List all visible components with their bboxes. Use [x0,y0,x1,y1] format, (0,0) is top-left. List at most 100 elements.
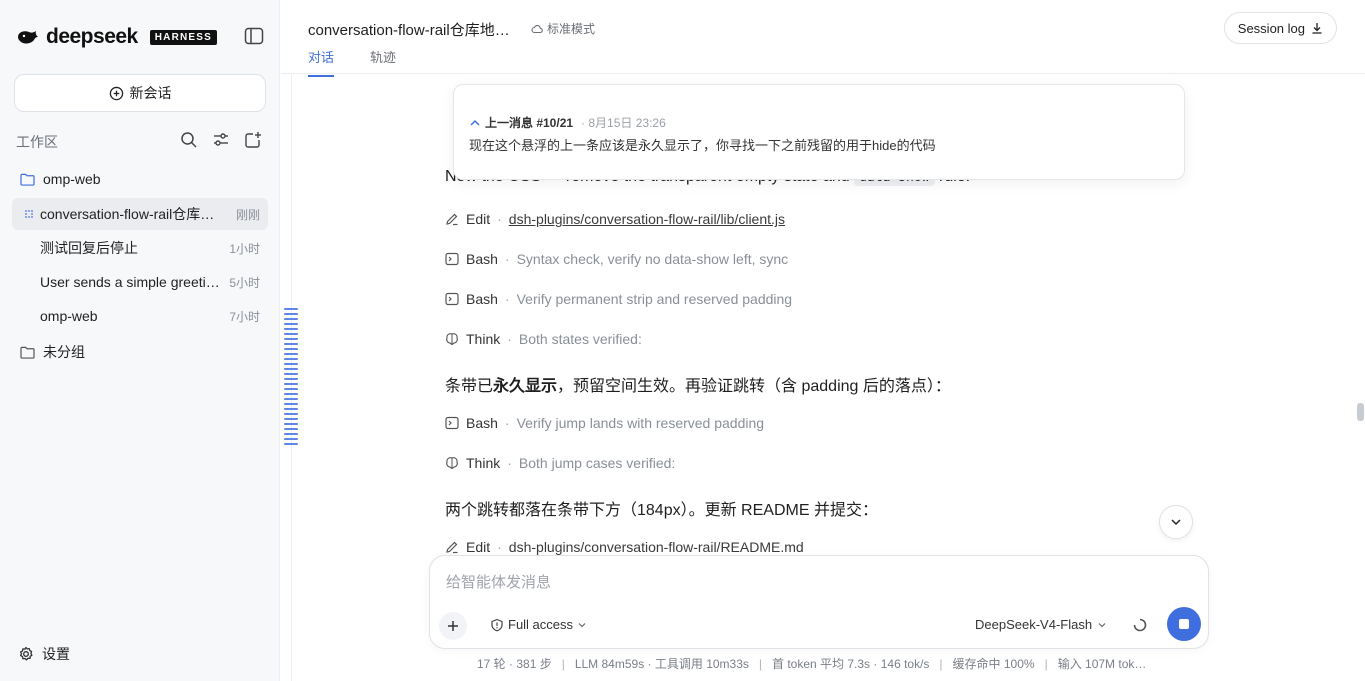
rail-tick[interactable] [284,408,298,410]
stop-button[interactable] [1167,607,1201,641]
scroll-to-bottom-button[interactable] [1159,505,1193,539]
rail-tick[interactable] [284,388,298,390]
message-input[interactable] [446,570,1186,594]
stat-turns: 17 轮 · 381 步 [477,657,552,671]
rail-tick[interactable] [284,398,298,400]
conversation-time: 刚刚 [235,207,260,222]
folder-ungrouped[interactable]: 未分组 [12,336,268,368]
previous-message-header: 上一消息 #10/21 · 8月15日 23:26 [469,114,666,131]
stat-first-token: 首 token 平均 7.3s · 146 tok/s [772,657,930,671]
brain-icon [446,457,458,470]
terminal-icon [445,416,459,430]
brand-logo: deepseek HARNESS [16,25,218,49]
folder-icon [20,173,35,186]
rail-tick[interactable] [284,383,298,385]
conversation-header: conversation-flow-rail仓库地址… 标准模式 对话 轨迹 S… [281,0,1365,77]
brand-name: deepseek [46,25,138,48]
pencil-icon [446,213,458,226]
conversation-time: 7小时 [229,309,260,324]
rail-tick[interactable] [284,323,298,325]
conversation-item[interactable]: 测试回复后停止 1小时 [12,232,268,264]
rail-tick[interactable] [284,353,298,355]
rail-tick[interactable] [284,348,298,350]
model-dropdown[interactable]: DeepSeek-V4-Flash [975,617,1107,632]
conversation-time: 1小时 [229,241,260,256]
new-chat-button[interactable]: 新会话 [14,74,266,112]
rail-tick[interactable] [284,378,298,380]
access-dropdown[interactable]: Full access [490,617,587,632]
step-kind: Think [466,331,501,347]
rail-tick[interactable] [284,308,298,310]
add-folder-icon[interactable] [244,131,262,149]
step-kind: Think [466,455,501,471]
assistant-text: 两个跳转都落在条带下方（184px）。更新 README 并提交： [445,502,878,519]
gear-icon [19,646,33,661]
file-link[interactable]: dsh-plugins/conversation-flow-rail/READM… [509,539,804,555]
drag-handle-icon[interactable] [24,209,34,219]
rail-tick[interactable] [284,423,298,425]
tool-step-think[interactable]: Think · Both states verified: [445,331,642,347]
plus-circle-icon [109,86,123,100]
workspace-label: 工作区 [16,134,58,150]
rail-tick[interactable] [284,418,298,420]
settings-button[interactable]: 设置 [18,644,70,664]
rail-tick[interactable] [284,438,298,440]
rail-tick[interactable] [284,443,298,445]
folder-omp-web[interactable]: omp-web [12,163,268,195]
shield-icon [491,618,503,631]
previous-message-card[interactable]: 上一消息 #10/21 · 8月15日 23:26 现在这个悬浮的上一条应该是永… [453,84,1185,180]
filter-icon[interactable] [212,131,230,149]
rail-tick[interactable] [284,328,298,330]
search-icon[interactable] [180,131,198,149]
conversation-item[interactable]: conversation-flow-rail仓库地址… 刚刚 [12,198,268,230]
previous-message-meta: · 8月15日 23:26 [581,116,666,130]
scrollbar-thumb[interactable] [1357,403,1364,421]
mode-badge[interactable]: 标准模式 [531,20,595,37]
workspace-tree: omp-web conversation-flow-rail仓库地址… 刚刚 测… [12,163,268,371]
conversation-flow-rail[interactable] [284,308,298,448]
step-kind: Bash [466,251,498,267]
rail-tick[interactable] [284,368,298,370]
rail-tick[interactable] [284,433,298,435]
conversation-title: 测试回复后停止 [40,240,138,256]
rail-tick[interactable] [284,318,298,320]
tool-step-bash[interactable]: Bash · Syntax check, verify no data-show … [445,251,788,267]
assistant-text: 条带已永久显示，预留空间生效。再验证跳转（含 padding 后的落点）： [445,372,951,396]
rail-tick[interactable] [284,428,298,430]
tool-step-think[interactable]: Think · Both jump cases verified: [445,455,675,471]
conversation-item[interactable]: omp-web 7小时 [12,300,268,332]
tool-step-bash[interactable]: Bash · Verify permanent strip and reserve… [445,291,792,307]
step-desc: Verify permanent strip and reserved padd… [516,291,793,307]
rail-tick[interactable] [284,343,298,345]
rail-tick[interactable] [284,413,298,415]
mode-label: 标准模式 [547,22,596,36]
folder-icon [20,346,35,359]
sidebar-toggle-icon[interactable] [244,27,264,45]
rail-tick[interactable] [284,338,298,340]
tab-trace[interactable]: 轨迹 [370,47,396,77]
text-fragment: ，预留空间生效。再验证跳转（含 padding 后的落点）： [557,378,951,395]
conversation-time: 5小时 [229,275,260,290]
chevron-down-icon [1171,519,1181,526]
tool-step-edit[interactable]: Edit · dsh-plugins/conversation-flow-rail… [445,211,785,227]
file-link[interactable]: dsh-plugins/conversation-flow-rail/lib/c… [509,211,785,227]
rail-tick[interactable] [284,313,298,315]
loading-spinner-icon [1133,618,1147,632]
rail-tick[interactable] [284,333,298,335]
conversation-title: omp-web [40,308,98,324]
rail-tick[interactable] [284,403,298,405]
tab-conversation[interactable]: 对话 [308,47,335,77]
folder-label: omp-web [43,171,101,187]
attach-button[interactable] [439,612,467,640]
conversation-item[interactable]: User sends a simple greeti… 5小时 [12,266,268,298]
rail-tick[interactable] [284,393,298,395]
tool-step-bash[interactable]: Bash · Verify jump lands with reserved pa… [445,415,764,431]
step-desc: Both states verified: [518,331,642,347]
workspace-tools [180,131,262,149]
rail-tick[interactable] [284,373,298,375]
rail-tick[interactable] [284,358,298,360]
rail-tick[interactable] [284,363,298,365]
tabs: 对话 轨迹 [308,47,396,77]
tool-step-edit[interactable]: Edit · dsh-plugins/conversation-flow-rail… [445,539,804,555]
session-log-button[interactable]: Session log [1223,12,1337,44]
